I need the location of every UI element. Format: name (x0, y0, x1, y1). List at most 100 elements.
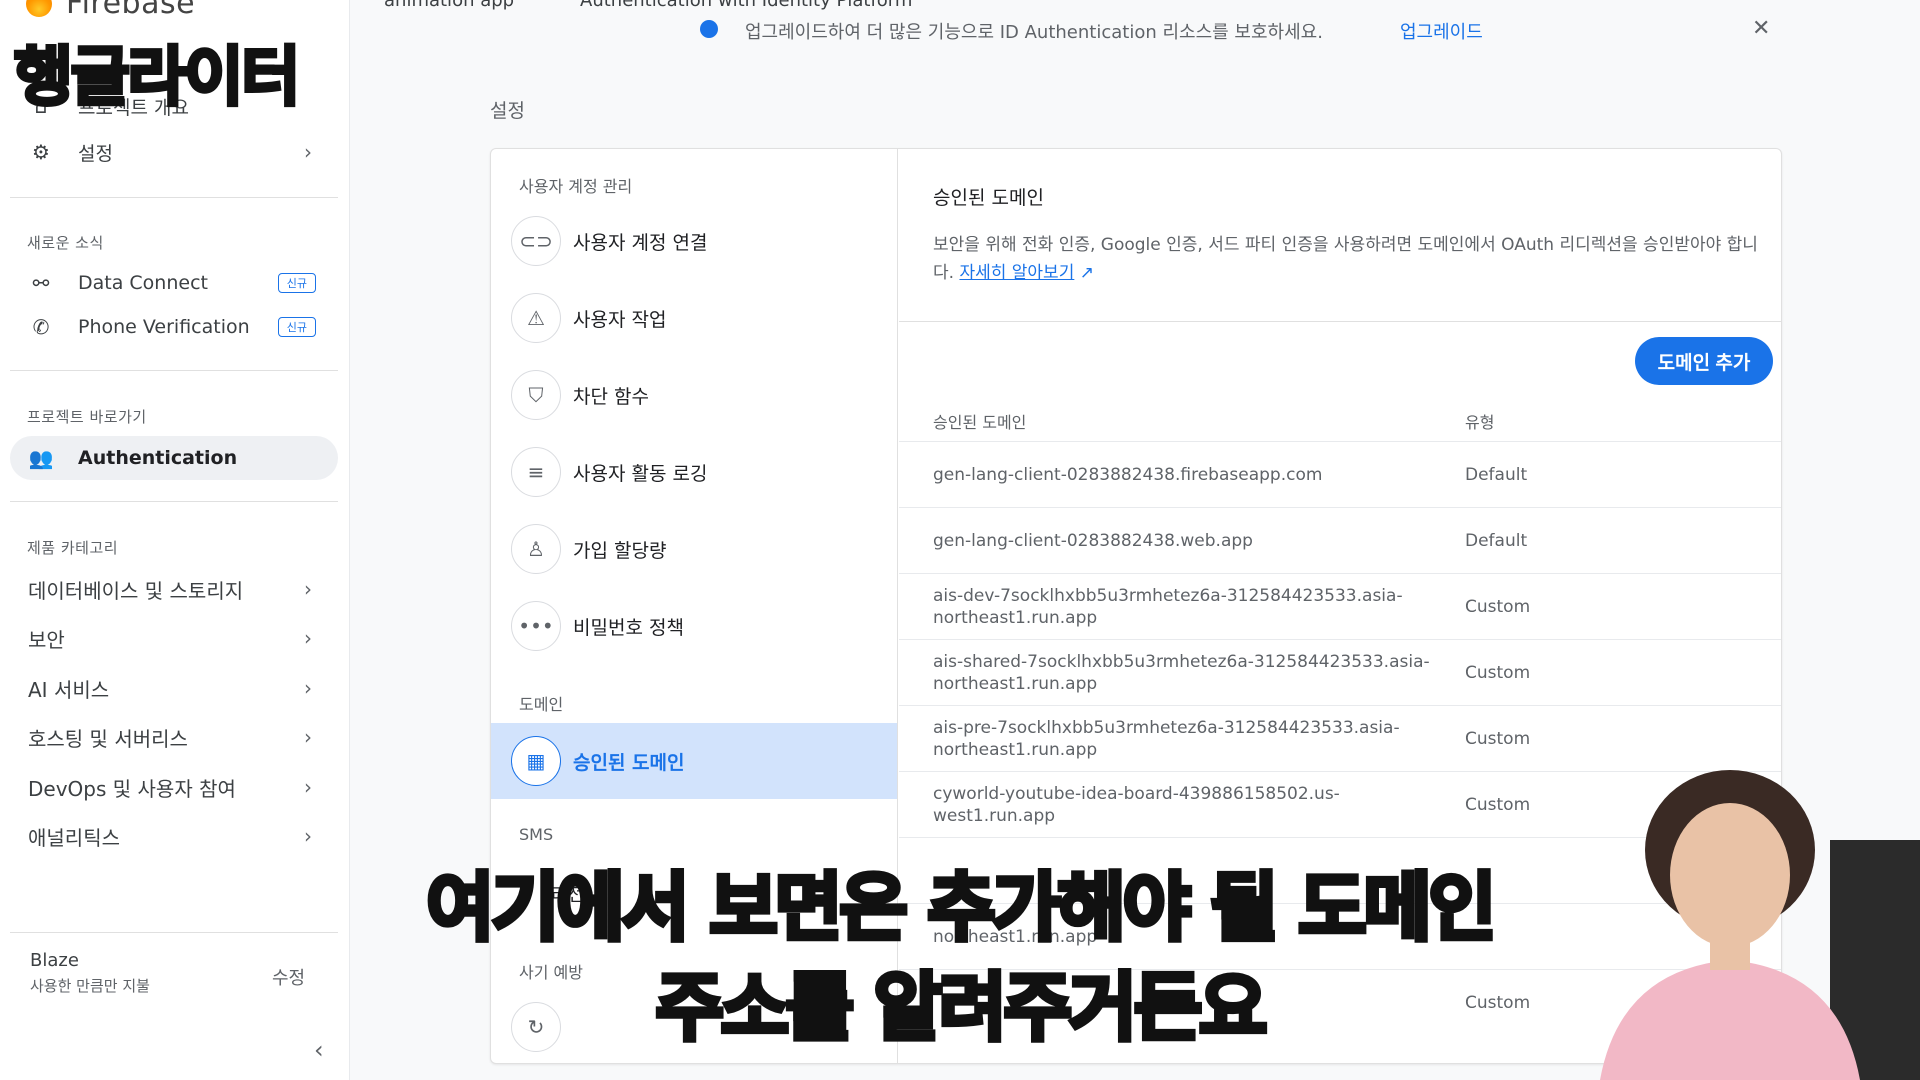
category-label: 호스팅 및 서버리스 (28, 726, 188, 751)
chevron-right-icon: › (304, 140, 312, 164)
divider (10, 370, 338, 371)
chevron-right-icon: › (304, 824, 312, 848)
table-row[interactable]: gen-lang-client-0283882438.firebaseapp.c… (899, 441, 1781, 507)
category-label: 보안 (28, 627, 65, 652)
nav-item-label: 승인된 도메인 (573, 751, 685, 774)
category-devops-engagement[interactable]: DevOps 및 사용자 참여 › (10, 765, 338, 809)
activity-log-icon: ≡ (511, 447, 561, 497)
nav-section-users: 사용자 계정 관리 (519, 177, 633, 196)
data-connect-icon: ⚯ (32, 271, 50, 295)
type-cell: Custom (1465, 662, 1531, 683)
section-title: 승인된 도메인 (933, 187, 1044, 209)
quota-icon: ♙ (511, 524, 561, 574)
nav-item-label: 사용자 활동 로깅 (573, 462, 708, 485)
type-cell: Custom (1465, 596, 1531, 617)
category-hosting-serverless[interactable]: 호스팅 및 서버리스 › (10, 715, 338, 759)
nav-item-label: 사용자 계정 연결 (573, 231, 708, 254)
nav-item-account-linking[interactable]: ⊂⊃ 사용자 계정 연결 (491, 203, 897, 279)
type-cell: Custom (1465, 794, 1531, 815)
nav-item-user-actions[interactable]: ⚠ 사용자 작업 (491, 280, 897, 356)
firebase-logo-icon (26, 0, 52, 17)
column-header-domain: 승인된 도메인 (933, 413, 1027, 432)
news-section-title: 새로운 소식 (27, 234, 104, 252)
phone-icon: ✆ (32, 315, 50, 339)
table-row[interactable]: ais-shared-7socklhxbb5u3rmhetez6a-312584… (899, 639, 1781, 705)
domain-cell: gen-lang-client-0283882438.firebaseapp.c… (933, 464, 1323, 485)
category-database-storage[interactable]: 데이터베이스 및 스토리지 › (10, 567, 338, 611)
link-icon: ⊂⊃ (511, 216, 561, 266)
category-label: DevOps 및 사용자 참여 (28, 776, 236, 801)
category-security[interactable]: 보안 › (10, 616, 338, 660)
domain-cell: ais-shared-7socklhxbb5u3rmhetez6a-312584… (933, 651, 1430, 694)
nav-item-label: 차단 함수 (573, 385, 649, 408)
shortcuts-section-title: 프로젝트 바로가기 (27, 408, 147, 426)
table-row[interactable]: ais-dev-7socklhxbb5u3rmhetez6a-312584423… (899, 573, 1781, 639)
add-domain-button[interactable]: 도메인 추가 (1635, 337, 1773, 385)
channel-logo: 행글라이터 (12, 39, 302, 117)
gear-icon: ⚙ (32, 140, 50, 164)
upgrade-banner-link[interactable]: 업그레이드 (1400, 18, 1483, 44)
user-actions-icon: ⚠ (511, 293, 561, 343)
nav-item-label: 사용자 작업 (573, 308, 667, 331)
section-description: 보안을 위해 전화 인증, Google 인증, 서드 파티 인증을 사용하려면… (933, 231, 1763, 287)
learn-more-link[interactable]: 자세히 알아보기 (959, 263, 1074, 283)
sidebar-item-label: Authentication (78, 447, 238, 469)
category-label: AI 서비스 (28, 677, 110, 702)
new-badge: 신규 (277, 273, 316, 293)
sidebar-item-label: 설정 (78, 142, 113, 165)
domain-cell: ais-dev-7socklhxbb5u3rmhetez6a-312584423… (933, 585, 1403, 628)
building-icon: ▦ (511, 736, 561, 786)
nav-item-label: 가입 할당량 (573, 539, 667, 562)
category-label: 데이터베이스 및 스토리지 (28, 578, 244, 603)
project-selector[interactable]: animation app (384, 0, 514, 11)
column-header-type: 유형 (1465, 413, 1495, 432)
nav-item-authorized-domains[interactable]: ▦ 승인된 도메인 (491, 723, 897, 799)
product-breadcrumb[interactable]: Authentication with Identity Platform (580, 0, 912, 11)
divider (10, 501, 338, 502)
subtitle-line-1: 여기에서 보면은 추가해야 될 도메인 (424, 863, 1499, 954)
brand-name: Firebase (66, 0, 196, 21)
chevron-right-icon: › (304, 775, 312, 799)
firebase-brand[interactable]: Firebase (26, 0, 195, 21)
nav-item-blocking-functions[interactable]: ⛉ 차단 함수 (491, 357, 897, 433)
upgrade-banner-text: 업그레이드하여 더 많은 기능으로 ID Authentication 리소스를… (745, 22, 1323, 43)
nav-item-signup-quota[interactable]: ♙ 가입 할당량 (491, 511, 897, 587)
close-icon[interactable]: ✕ (1752, 16, 1770, 41)
page-title: 설정 (490, 100, 525, 122)
chevron-right-icon: › (304, 676, 312, 700)
domain-cell: gen-lang-client-0283882438.web.app (933, 530, 1253, 551)
password-icon: ••• (511, 601, 561, 651)
sidebar-item-phone-verification[interactable]: ✆ Phone Verification 신규 (10, 305, 338, 349)
type-cell: Custom (1465, 728, 1531, 749)
category-ai-services[interactable]: AI 서비스 › (10, 666, 338, 710)
nav-item-label: 비밀번호 정책 (573, 616, 684, 639)
external-link-icon: ↗ (1079, 263, 1094, 283)
chevron-right-icon: › (304, 725, 312, 749)
chevron-right-icon: › (304, 626, 312, 650)
type-cell: Default (1465, 464, 1528, 485)
nav-section-sms: SMS (519, 825, 554, 844)
sidebar-item-label: Phone Verification (78, 316, 250, 338)
info-icon (700, 20, 718, 38)
subtitle-line-2: 주소를 알려주거든요 (653, 963, 1269, 1054)
sidebar-item-data-connect[interactable]: ⚯ Data Connect 신규 (10, 261, 338, 305)
new-badge: 신규 (277, 317, 316, 337)
chevron-right-icon: › (304, 577, 312, 601)
nav-item-activity-logging[interactable]: ≡ 사용자 활동 로깅 (491, 434, 897, 510)
divider (10, 197, 338, 198)
category-label: 애널리틱스 (28, 825, 120, 850)
sidebar-item-authentication[interactable]: 👥 Authentication (10, 436, 338, 480)
users-icon: 👥 (28, 446, 54, 470)
domain-cell: ais-pre-7socklhxbb5u3rmhetez6a-312584423… (933, 717, 1400, 760)
shield-icon: ⛉ (511, 370, 561, 420)
sidebar-item-settings[interactable]: ⚙ 설정 › (10, 130, 338, 174)
sidebar-item-label: Data Connect (78, 272, 208, 294)
category-section-title: 제품 카테고리 (27, 539, 119, 557)
type-cell: Default (1465, 530, 1528, 551)
table-row[interactable]: gen-lang-client-0283882438.web.app Defau… (899, 507, 1781, 573)
nav-item-password-policy[interactable]: ••• 비밀번호 정책 (491, 588, 897, 664)
domain-cell: cyworld-youtube-idea-board-439886158502.… (933, 783, 1340, 826)
divider (899, 321, 1781, 322)
nav-section-domain: 도메인 (519, 695, 564, 714)
table-row[interactable]: ais-pre-7socklhxbb5u3rmhetez6a-312584423… (899, 705, 1781, 771)
